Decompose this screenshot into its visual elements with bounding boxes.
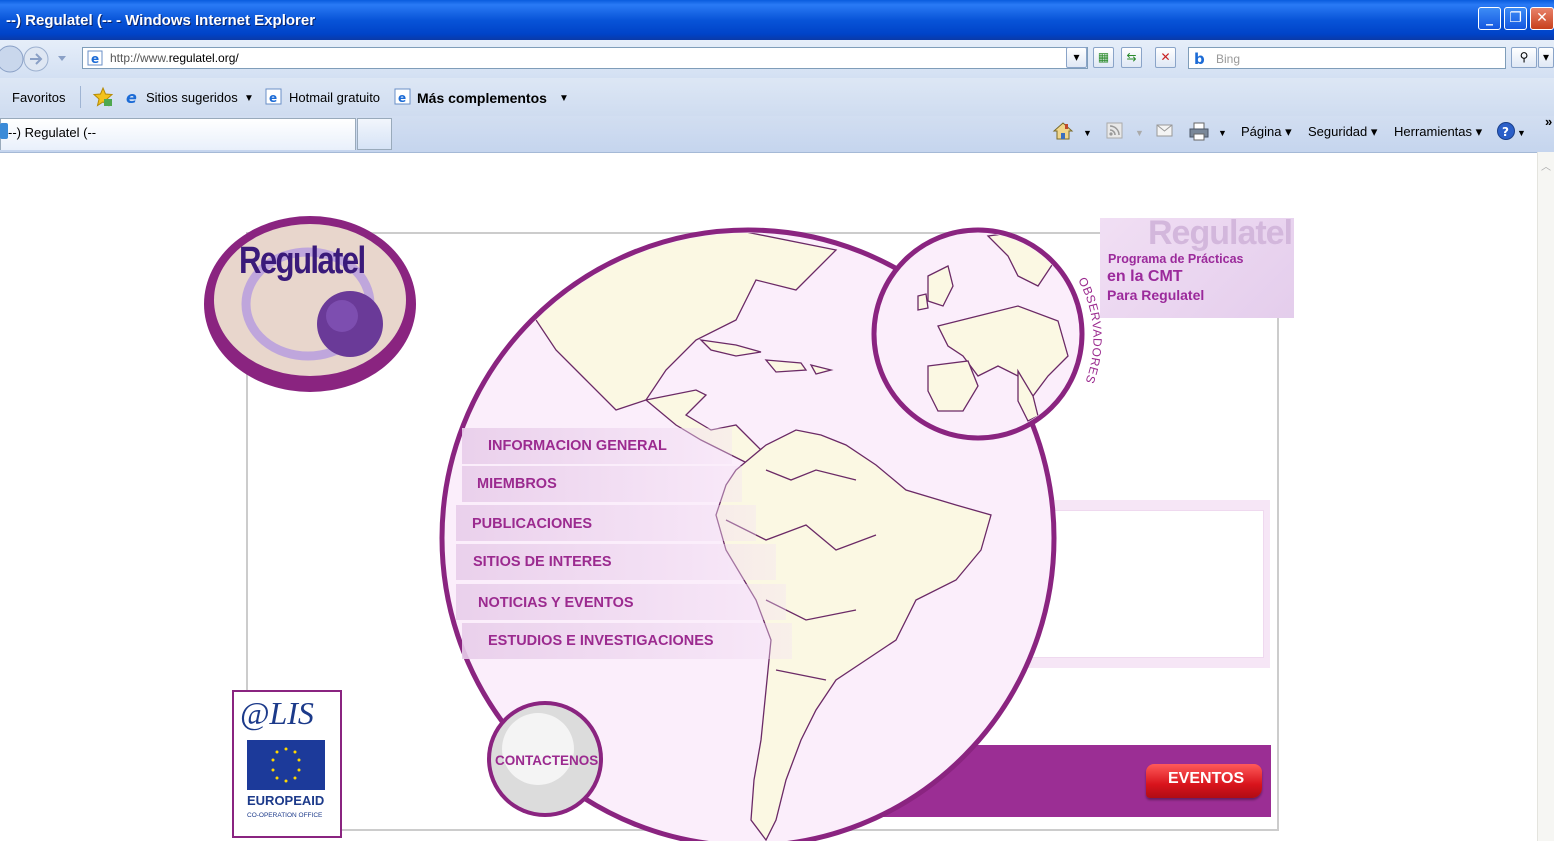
new-tab-button[interactable]: [357, 118, 392, 150]
more-addons-link[interactable]: Más complementos: [417, 90, 547, 106]
compatibility-view-button[interactable]: ▦: [1093, 47, 1114, 68]
close-icon: ✕: [1536, 10, 1548, 26]
divider: [80, 86, 81, 108]
ie-page-icon: e: [394, 88, 411, 105]
chevron-down-icon: ▾: [1542, 50, 1550, 64]
banner-watermark: Regulatel: [1148, 214, 1293, 252]
ie-page-icon: e: [87, 50, 103, 66]
news-panel-inner: [1030, 510, 1264, 658]
svg-text:e: e: [126, 88, 137, 106]
menu-sitios-de-interes[interactable]: SITIOS DE INTERES: [473, 554, 612, 570]
svg-text:e: e: [91, 52, 99, 66]
read-mail-icon[interactable]: [1155, 123, 1175, 139]
svg-text:?: ?: [1502, 125, 1509, 139]
window-title: --) Regulatel (-- - Windows Internet Exp…: [6, 12, 316, 29]
bing-icon: b: [1194, 50, 1205, 66]
minimize-icon: _: [1486, 10, 1493, 26]
stop-button[interactable]: ✕: [1155, 47, 1176, 68]
svg-text:b: b: [1194, 50, 1205, 66]
menu-informacion-general[interactable]: INFORMACION GENERAL: [488, 438, 667, 454]
events-label: EVENTOS: [1168, 770, 1245, 787]
svg-text:e: e: [269, 91, 277, 105]
history-dropdown-icon: [58, 56, 66, 61]
logo-text: Regulatel: [239, 240, 366, 282]
europe-globe[interactable]: [868, 226, 1088, 444]
ie-icon: e: [126, 88, 137, 106]
back-icon: [0, 45, 24, 73]
eu-flag-icon: [247, 740, 325, 790]
suggested-sites-link[interactable]: Sitios sugeridos: [146, 90, 238, 105]
svg-text:e: e: [398, 91, 406, 105]
search-icon: ⚲: [1519, 50, 1529, 64]
chevron-down-icon[interactable]: ▼: [559, 93, 569, 104]
page-favicon-icon: [0, 123, 8, 139]
address-url: http://www.regulatel.org/: [110, 51, 239, 65]
hotmail-link[interactable]: Hotmail gratuito: [289, 90, 380, 105]
chevron-down-icon[interactable]: ▼: [244, 93, 254, 104]
alis-logo-text: @LIS: [240, 695, 314, 731]
menu-publicaciones[interactable]: PUBLICACIONES: [472, 516, 592, 532]
chevron-down-icon[interactable]: ▼: [1083, 128, 1092, 138]
minimize-button[interactable]: _: [1478, 7, 1501, 30]
search-options-button[interactable]: ▾: [1538, 47, 1554, 68]
menu-miembros[interactable]: MIEMBROS: [477, 476, 557, 492]
ie-page-icon: e: [265, 88, 282, 105]
close-button[interactable]: ✕: [1530, 7, 1554, 30]
refresh-icon: ⇆: [1126, 50, 1137, 64]
tools-menu[interactable]: Herramientas ▾: [1394, 124, 1482, 140]
page-menu[interactable]: Página ▾: [1241, 124, 1292, 140]
chevron-down-icon[interactable]: ▼: [1517, 128, 1526, 138]
back-forward-buttons[interactable]: [0, 44, 76, 74]
search-placeholder: Bing: [1216, 52, 1241, 66]
contact-button[interactable]: CONTACTENOS: [495, 753, 598, 768]
banner-line1: Programa de Prácticas: [1108, 252, 1244, 266]
safety-menu[interactable]: Seguridad ▾: [1308, 124, 1377, 140]
add-favorite-icon[interactable]: [92, 86, 114, 108]
banner-line3: Para Regulatel: [1107, 287, 1205, 303]
restore-icon: ❐: [1509, 10, 1522, 26]
scroll-up-icon[interactable]: ︿: [1541, 158, 1551, 173]
vertical-scrollbar[interactable]: [1537, 152, 1554, 841]
refresh-button[interactable]: ⇆: [1121, 47, 1142, 68]
europeaid-text: EUROPEAID: [247, 793, 325, 808]
chevron-down-icon[interactable]: ▼: [1218, 128, 1227, 138]
restore-button[interactable]: ❐: [1504, 7, 1527, 30]
toolbar-overflow-button[interactable]: »: [1545, 114, 1552, 129]
favorites-button[interactable]: Favoritos: [12, 90, 65, 105]
search-button[interactable]: ⚲: [1511, 47, 1537, 68]
cooperation-office-text: CO-OPERATION OFFICE: [247, 812, 323, 819]
menu-estudios-e-investigaciones[interactable]: ESTUDIOS E INVESTIGACIONES: [488, 633, 714, 649]
compatibility-icon: ▦: [1097, 50, 1110, 64]
print-icon[interactable]: [1188, 120, 1210, 142]
banner-line2: en la CMT: [1107, 268, 1183, 285]
feeds-icon[interactable]: [1106, 122, 1124, 140]
chevron-down-icon[interactable]: ▼: [1135, 128, 1144, 138]
chevron-down-icon: ▾: [1073, 50, 1080, 64]
address-dropdown-button[interactable]: ▾: [1066, 47, 1087, 68]
menu-noticias-y-eventos[interactable]: NOTICIAS Y EVENTOS: [478, 595, 634, 611]
home-icon[interactable]: [1052, 120, 1074, 142]
help-icon[interactable]: ?: [1496, 121, 1516, 141]
stop-icon: ✕: [1160, 50, 1171, 64]
tab-label: --) Regulatel (--: [8, 125, 97, 140]
